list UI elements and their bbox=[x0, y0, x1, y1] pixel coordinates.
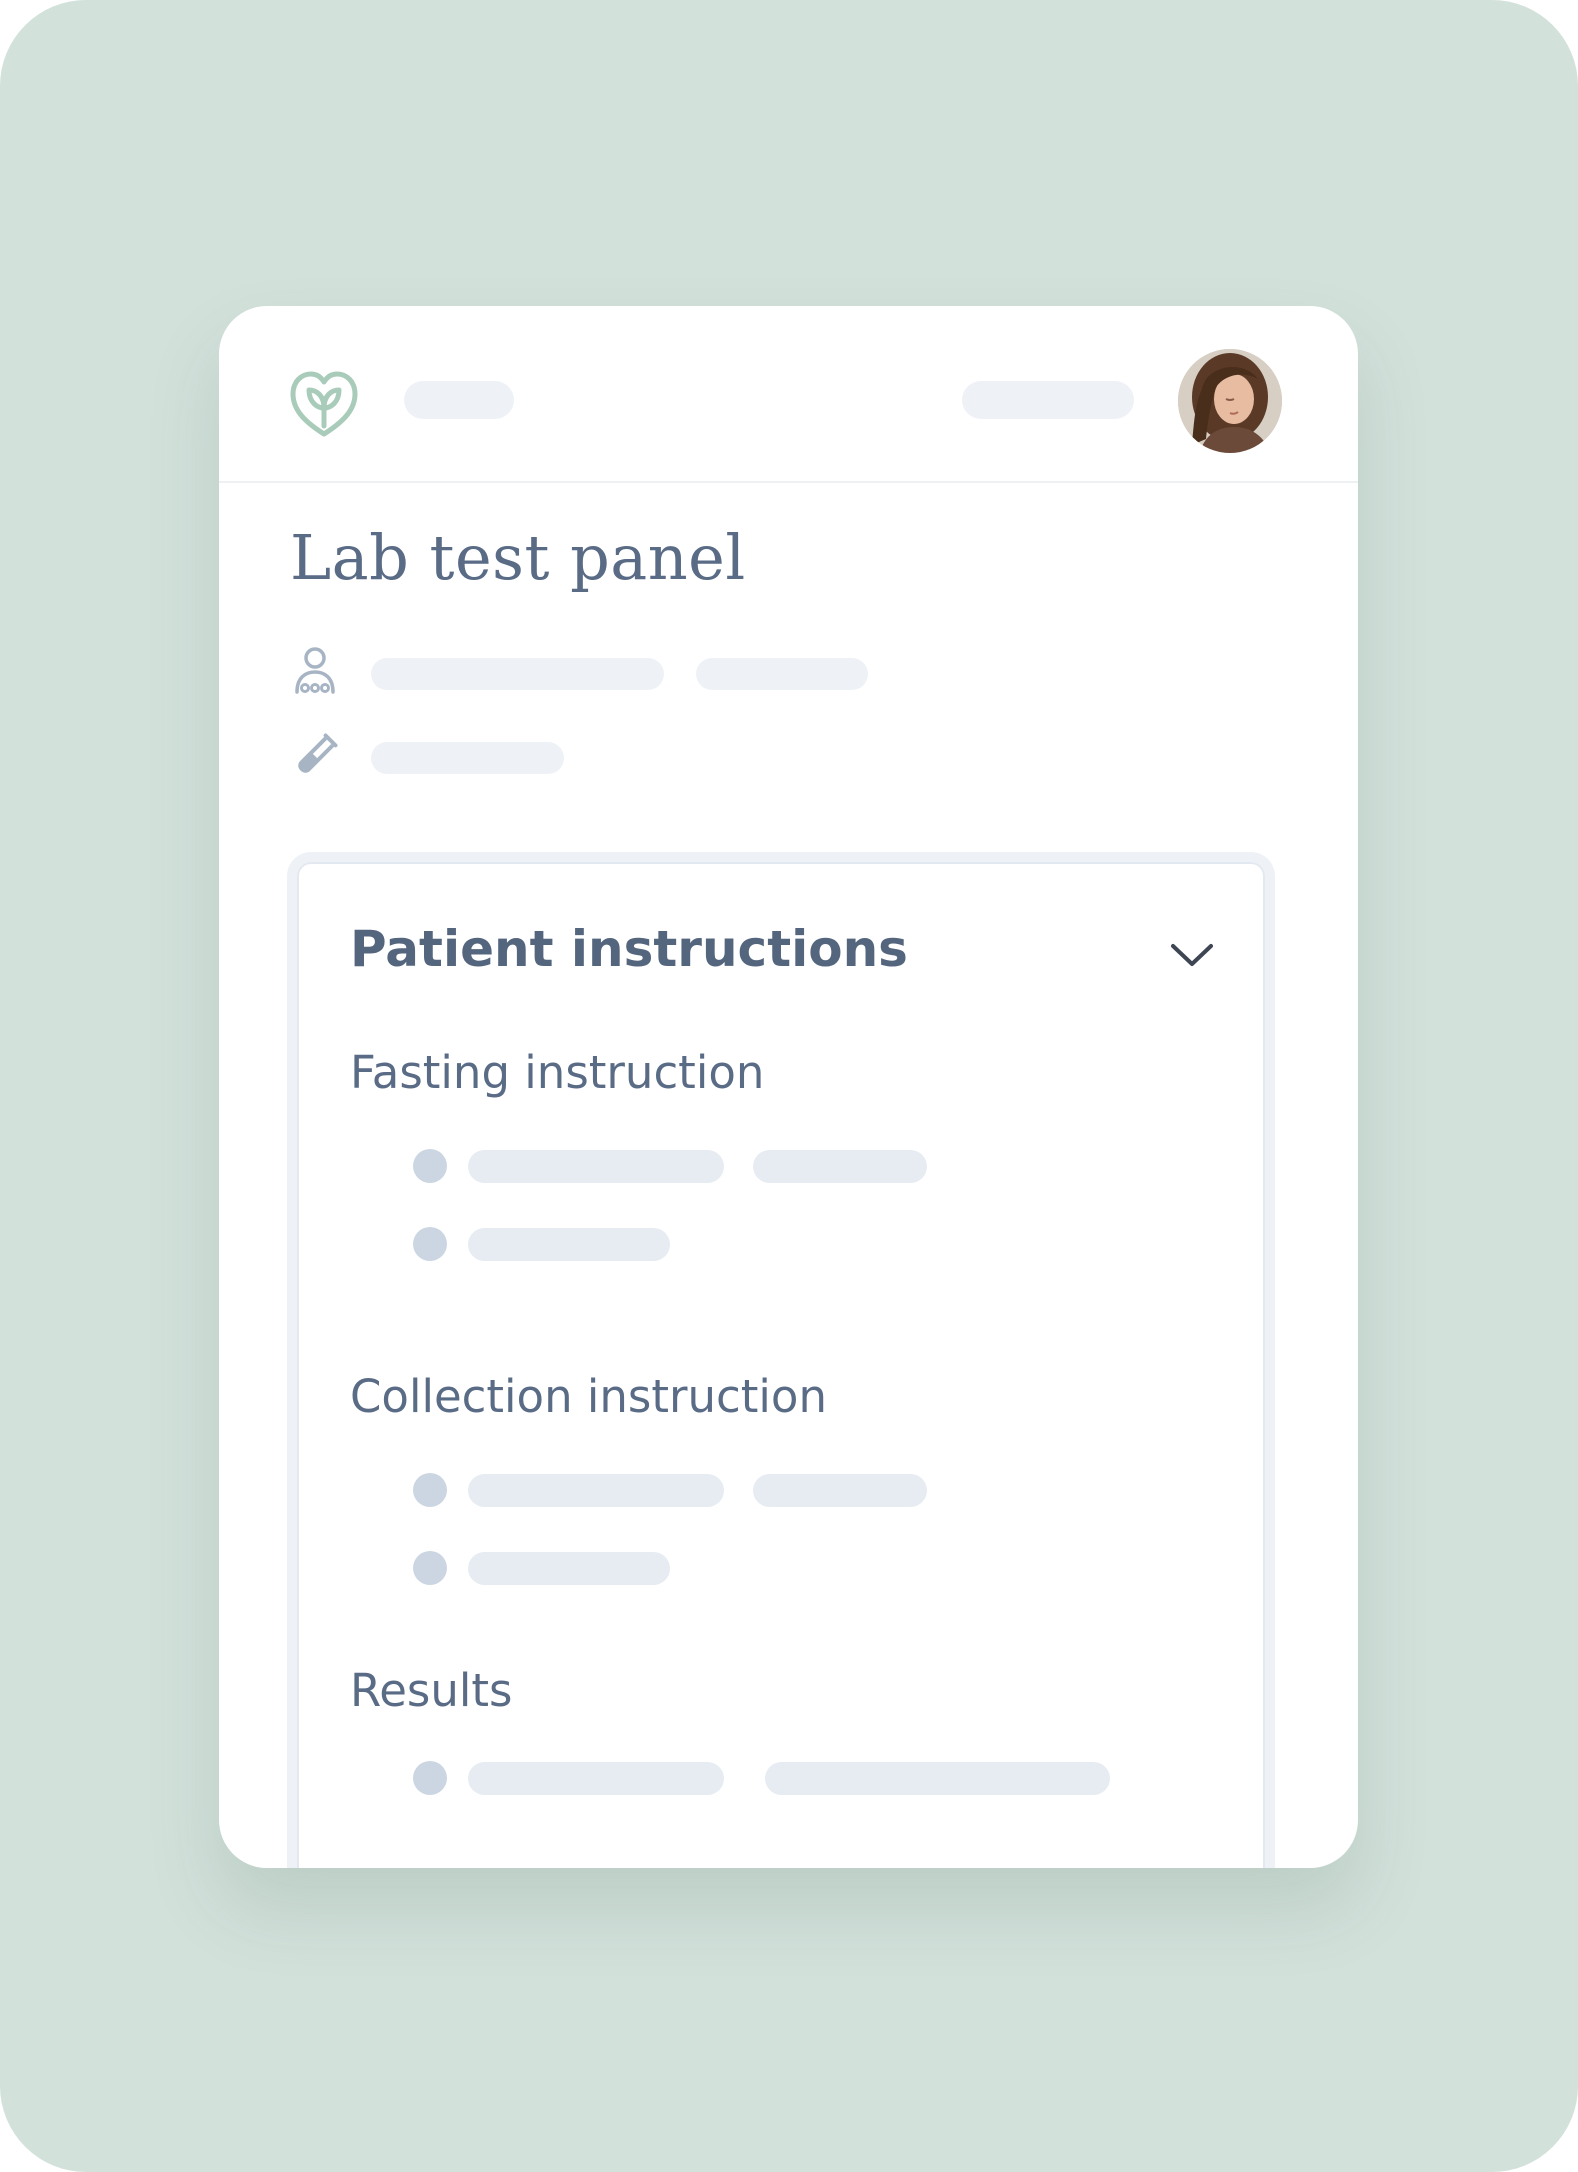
nav-placeholder-1[interactable] bbox=[404, 381, 514, 419]
list-bullet bbox=[413, 1473, 447, 1507]
top-bar bbox=[219, 306, 1358, 483]
patient-instructions-panel: Patient instructions Fasting instruction… bbox=[287, 852, 1275, 1868]
patient-name-placeholder bbox=[371, 658, 664, 690]
text-placeholder bbox=[468, 1552, 670, 1585]
chevron-down-icon[interactable] bbox=[1169, 940, 1215, 970]
list-bullet bbox=[413, 1761, 447, 1795]
text-placeholder bbox=[468, 1228, 670, 1261]
panel-title: Patient instructions bbox=[350, 920, 908, 978]
text-placeholder bbox=[468, 1150, 724, 1183]
user-avatar[interactable] bbox=[1178, 349, 1282, 453]
nav-placeholder-2[interactable] bbox=[962, 381, 1134, 419]
test-type-placeholder bbox=[371, 742, 564, 774]
section-title-collection: Collection instruction bbox=[350, 1370, 827, 1423]
patient-detail-placeholder bbox=[696, 658, 868, 690]
section-title-fasting: Fasting instruction bbox=[350, 1046, 765, 1099]
lab-test-card: Lab test panel Patient instructions Fast… bbox=[219, 306, 1358, 1868]
text-placeholder bbox=[753, 1150, 927, 1183]
text-placeholder bbox=[765, 1762, 1110, 1795]
list-bullet bbox=[413, 1227, 447, 1261]
text-placeholder bbox=[468, 1762, 724, 1795]
text-placeholder bbox=[753, 1474, 927, 1507]
patient-icon bbox=[295, 647, 335, 694]
leaf-heart-logo-icon[interactable] bbox=[287, 368, 361, 438]
page-title: Lab test panel bbox=[290, 521, 746, 594]
panel-inner-border bbox=[297, 862, 1265, 1868]
test-tube-icon bbox=[298, 733, 338, 773]
list-bullet bbox=[413, 1551, 447, 1585]
list-bullet bbox=[413, 1149, 447, 1183]
text-placeholder bbox=[468, 1474, 724, 1507]
section-title-results: Results bbox=[350, 1664, 513, 1717]
